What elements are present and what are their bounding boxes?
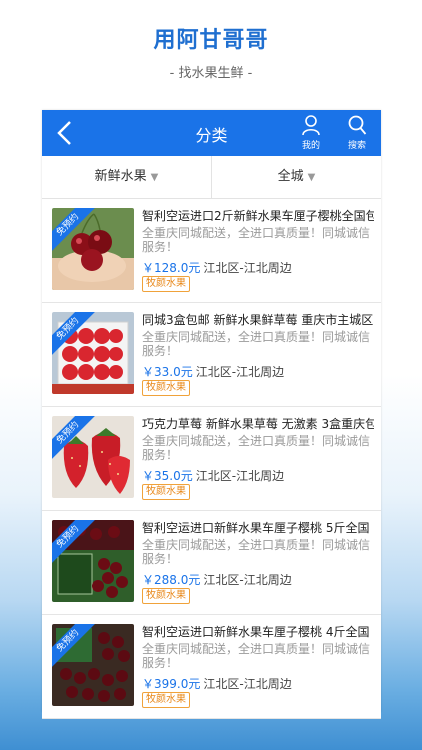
item-location: 江北区-江北周边 bbox=[195, 469, 285, 483]
item-location: 江北区-江北周边 bbox=[203, 261, 292, 275]
item-location: 江北区-江北周边 bbox=[203, 677, 292, 691]
filter-bar: 新鲜水果 ▼ 全城 ▼ bbox=[42, 156, 381, 199]
profile-label: 我的 bbox=[301, 141, 320, 151]
search-button[interactable]: 搜索 bbox=[340, 114, 374, 154]
product-image: 免预约 bbox=[52, 208, 134, 290]
list-item[interactable]: 免预约 智利空运进口新鲜水果车厘子樱桃 5斤全国 全重庆同城配送，全进口真质量！… bbox=[42, 511, 381, 615]
item-price: ￥288.0元 bbox=[142, 573, 201, 587]
shop-tag[interactable]: 牧颜水果 bbox=[142, 276, 190, 292]
item-price: ￥35.0元 bbox=[142, 469, 193, 483]
list-item[interactable]: 免预约 同城3盒包邮 新鲜水果鲜草莓 重庆市主城区 全重庆同城配送，全进口真质量… bbox=[42, 303, 381, 407]
region-filter[interactable]: 全城 ▼ bbox=[212, 156, 381, 198]
item-title: 智利空运进口新鲜水果车厘子樱桃 5斤全国 bbox=[142, 521, 370, 535]
caret-down-icon: ▼ bbox=[307, 172, 316, 183]
nav-title: 分类 bbox=[195, 126, 228, 145]
search-icon bbox=[348, 115, 367, 135]
item-location: 江北区-江北周边 bbox=[203, 573, 292, 587]
shop-tag[interactable]: 牧颜水果 bbox=[142, 380, 190, 396]
product-image: 免预约 bbox=[52, 624, 134, 706]
product-image: 免预约 bbox=[52, 520, 134, 602]
price-line: ￥33.0元 江北区-江北周边 bbox=[142, 363, 284, 380]
item-desc: 全重庆同城配送，全进口真质量！同城诚信服务！ bbox=[142, 434, 371, 462]
item-price: ￥33.0元 bbox=[142, 365, 193, 379]
item-desc: 全重庆同城配送，全进口真质量！同城诚信服务！ bbox=[142, 330, 371, 358]
shop-tag[interactable]: 牧颜水果 bbox=[142, 588, 190, 604]
list-item[interactable]: 免预约 智利空运进口新鲜水果车厘子樱桃 4斤全国 全重庆同城配送，全进口真质量！… bbox=[42, 615, 381, 719]
caret-down-icon: ▼ bbox=[150, 172, 159, 183]
item-desc: 全重庆同城配送，全进口真质量！同城诚信服务！ bbox=[142, 226, 371, 254]
product-image: 免预约 bbox=[52, 312, 134, 394]
price-line: ￥128.0元 江北区-江北周边 bbox=[142, 259, 292, 276]
category-filter-label: 新鲜水果 bbox=[94, 169, 147, 184]
list-item[interactable]: 免预约 巧克力草莓 新鲜水果草莓 无激素 3盒重庆包 全重庆同城配送，全进口真质… bbox=[42, 407, 381, 511]
item-price: ￥399.0元 bbox=[142, 677, 201, 691]
price-line: ￥288.0元 江北区-江北周边 bbox=[142, 571, 292, 588]
category-filter[interactable]: 新鲜水果 ▼ bbox=[42, 156, 211, 198]
search-label: 搜索 bbox=[347, 141, 366, 151]
price-line: ￥399.0元 江北区-江北周边 bbox=[142, 675, 292, 692]
list-item[interactable]: 免预约 智利空运进口2斤新鲜水果车厘子樱桃全国包 全重庆同城配送，全进口真质量！… bbox=[42, 199, 381, 303]
item-title: 巧克力草莓 新鲜水果草莓 无激素 3盒重庆包 bbox=[142, 417, 374, 431]
app-title: 用阿甘哥哥 bbox=[153, 28, 269, 53]
profile-button[interactable]: 我的 bbox=[294, 114, 328, 154]
item-location: 江北区-江北周边 bbox=[195, 365, 285, 379]
app-subtitle: - 找水果生鲜 - bbox=[169, 66, 253, 81]
nav-bar: 分类 我的 搜索 bbox=[42, 110, 381, 156]
phone-screen: 分类 我的 搜索 新鲜水果 ▼ 全城 ▼ 免预约 智利空运进口2斤新鲜水果车厘子… bbox=[42, 110, 381, 719]
item-desc: 全重庆同城配送，全进口真质量！同城诚信服务！ bbox=[142, 538, 371, 566]
product-image: 免预约 bbox=[52, 416, 134, 498]
shop-tag[interactable]: 牧颜水果 bbox=[142, 692, 190, 708]
product-list: 免预约 智利空运进口2斤新鲜水果车厘子樱桃全国包 全重庆同城配送，全进口真质量！… bbox=[42, 199, 381, 719]
region-filter-label: 全城 bbox=[277, 169, 304, 184]
item-title: 同城3盒包邮 新鲜水果鲜草莓 重庆市主城区 bbox=[142, 313, 374, 327]
user-icon bbox=[302, 115, 320, 136]
item-title: 智利空运进口2斤新鲜水果车厘子樱桃全国包 bbox=[142, 209, 374, 223]
item-price: ￥128.0元 bbox=[142, 261, 201, 275]
shop-tag[interactable]: 牧颜水果 bbox=[142, 484, 190, 500]
item-title: 智利空运进口新鲜水果车厘子樱桃 4斤全国 bbox=[142, 625, 370, 639]
price-line: ￥35.0元 江北区-江北周边 bbox=[142, 467, 284, 484]
item-desc: 全重庆同城配送，全进口真质量！同城诚信服务！ bbox=[142, 642, 371, 670]
